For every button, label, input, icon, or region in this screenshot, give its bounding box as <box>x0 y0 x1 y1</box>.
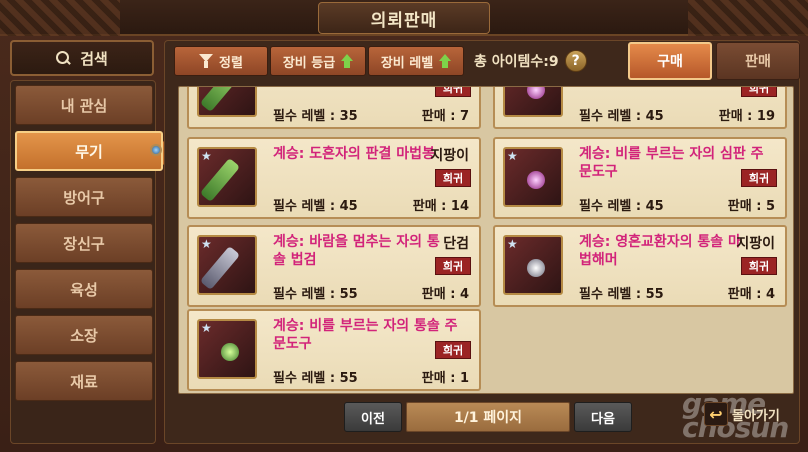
item-card[interactable]: ★ 희귀 필수 레벨 : 35 판매 : 7 <box>187 87 481 129</box>
weapon-icon <box>199 87 241 113</box>
rarity-badge: 희귀 <box>435 257 471 275</box>
prev-page-button[interactable]: 이전 <box>344 402 402 432</box>
top-bar: 의뢰판매 <box>0 0 808 36</box>
required-level: 필수 레벨 : 55 <box>273 371 358 386</box>
grade-sort-label: 장비 등급 <box>282 55 336 71</box>
rarity-badge: 희귀 <box>741 169 777 187</box>
item-card[interactable]: ★ 계승: 바람을 멈추는 자의 통솔 법검 단검 희귀 필수 레벨 : 55 … <box>187 225 481 307</box>
total-items: 총 아이템수:9 ? <box>474 50 587 72</box>
sale-count: 판매 : 7 <box>421 109 469 124</box>
sort-label: 정렬 <box>219 55 243 71</box>
page-indicator: 1/1 페이지 <box>406 402 570 432</box>
level-sort-button[interactable]: 장비 레벨 <box>368 46 464 76</box>
orb-icon <box>527 87 545 99</box>
item-card[interactable]: ★ 희귀 필수 레벨 : 45 판매 : 19 <box>493 87 787 129</box>
arrow-up-icon <box>439 54 452 68</box>
arrow-up-icon <box>341 54 354 68</box>
filter-icon <box>199 54 214 68</box>
item-thumbnail: ★ <box>503 235 563 295</box>
category-favorites[interactable]: 내 관심 <box>15 85 153 125</box>
item-name: 계승: 바람을 멈추는 자의 통솔 법검 <box>273 234 440 268</box>
item-name: 계승: 도흔자의 판결 마법봉 <box>273 146 435 162</box>
item-card[interactable]: ★ 계승: 비를 부르는 자의 통솔 주문도구 희귀 필수 레벨 : 55 판매… <box>187 309 481 391</box>
item-thumbnail: ★ <box>503 147 563 207</box>
required-level: 필수 레벨 : 45 <box>579 199 664 214</box>
item-thumbnail: ★ <box>197 235 257 295</box>
category-accessory[interactable]: 장신구 <box>15 223 153 263</box>
category-growth[interactable]: 육성 <box>15 269 153 309</box>
sale-count: 판매 : 1 <box>421 371 469 386</box>
back-button[interactable]: ↩ 돌아가기 <box>704 402 780 426</box>
required-level: 필수 레벨 : 55 <box>273 287 358 302</box>
flask-icon <box>221 343 239 361</box>
rarity-badge: 희귀 <box>435 341 471 359</box>
sale-count: 판매 : 19 <box>718 109 775 124</box>
staff-icon <box>199 157 241 203</box>
required-level: 필수 레벨 : 45 <box>273 199 358 214</box>
sale-count: 판매 : 5 <box>727 199 775 214</box>
sale-count: 판매 : 4 <box>727 287 775 302</box>
rarity-badge: 희귀 <box>741 87 777 97</box>
selected-gem-icon <box>150 144 162 156</box>
search-label: 검색 <box>80 49 108 68</box>
header-ornament-left <box>0 0 120 36</box>
item-type: 단검 <box>443 236 469 252</box>
app-window: 의뢰판매 검색 내 관심 무기 방어구 장신구 육성 소장 재료 정렬 장비 등… <box>0 0 808 452</box>
grade-sort-button[interactable]: 장비 등급 <box>270 46 366 76</box>
star-icon: ★ <box>201 149 212 163</box>
header-ornament-right <box>688 0 808 36</box>
tab-sell[interactable]: 판매 <box>716 42 800 80</box>
category-weapon[interactable]: 무기 <box>15 131 177 171</box>
next-page-button[interactable]: 다음 <box>574 402 632 432</box>
return-arrow-icon: ↩ <box>704 402 728 426</box>
rarity-badge: 희귀 <box>435 169 471 187</box>
level-sort-label: 장비 레벨 <box>380 55 434 71</box>
tab-buy[interactable]: 구매 <box>628 42 712 80</box>
item-thumbnail: ★ <box>503 87 563 117</box>
item-thumbnail: ★ <box>197 147 257 207</box>
category-sidebar: 내 관심 무기 방어구 장신구 육성 소장 재료 <box>10 80 177 444</box>
category-material[interactable]: 재료 <box>15 361 153 401</box>
help-icon[interactable]: ? <box>564 50 587 72</box>
sale-count: 판매 : 14 <box>412 199 469 214</box>
item-card[interactable]: ★ 계승: 비를 부르는 자의 심판 주문도구 희귀 필수 레벨 : 45 판매… <box>493 137 787 219</box>
star-icon: ★ <box>201 321 212 335</box>
star-icon: ★ <box>507 149 518 163</box>
required-level: 필수 레벨 : 55 <box>579 287 664 302</box>
total-items-label: 총 아이템수:9 <box>474 54 559 70</box>
item-thumbnail: ★ <box>197 319 257 379</box>
search-button[interactable]: 검색 <box>10 40 154 76</box>
item-thumbnail: ★ <box>197 87 257 117</box>
required-level: 필수 레벨 : 45 <box>579 109 664 124</box>
item-name: 계승: 영혼교환자의 통솔 마법해머 <box>579 234 741 268</box>
rarity-badge: 희귀 <box>741 257 777 275</box>
orb-icon <box>527 171 545 189</box>
item-type: 지팡이 <box>430 148 469 164</box>
item-card[interactable]: ★ 계승: 영혼교환자의 통솔 마법해머 지팡이 희귀 필수 레벨 : 55 판… <box>493 225 787 307</box>
search-icon <box>56 51 70 65</box>
star-icon: ★ <box>201 237 212 251</box>
star-icon: ★ <box>507 237 518 251</box>
page-title: 의뢰판매 <box>318 2 490 34</box>
sale-count: 판매 : 4 <box>421 287 469 302</box>
rarity-badge: 희귀 <box>435 87 471 97</box>
category-collection[interactable]: 소장 <box>15 315 153 355</box>
category-armor[interactable]: 방어구 <box>15 177 153 217</box>
sort-button[interactable]: 정렬 <box>174 46 268 76</box>
back-label: 돌아가기 <box>732 408 780 424</box>
hammer-icon <box>527 259 545 277</box>
dagger-icon <box>199 245 241 291</box>
item-list[interactable]: ★ 희귀 필수 레벨 : 35 판매 : 7 ★ 희귀 필수 레벨 : 45 판… <box>178 86 794 394</box>
required-level: 필수 레벨 : 35 <box>273 109 358 124</box>
item-card[interactable]: ★ 계승: 도흔자의 판결 마법봉 지팡이 희귀 필수 레벨 : 45 판매 :… <box>187 137 481 219</box>
item-type: 지팡이 <box>736 236 775 252</box>
